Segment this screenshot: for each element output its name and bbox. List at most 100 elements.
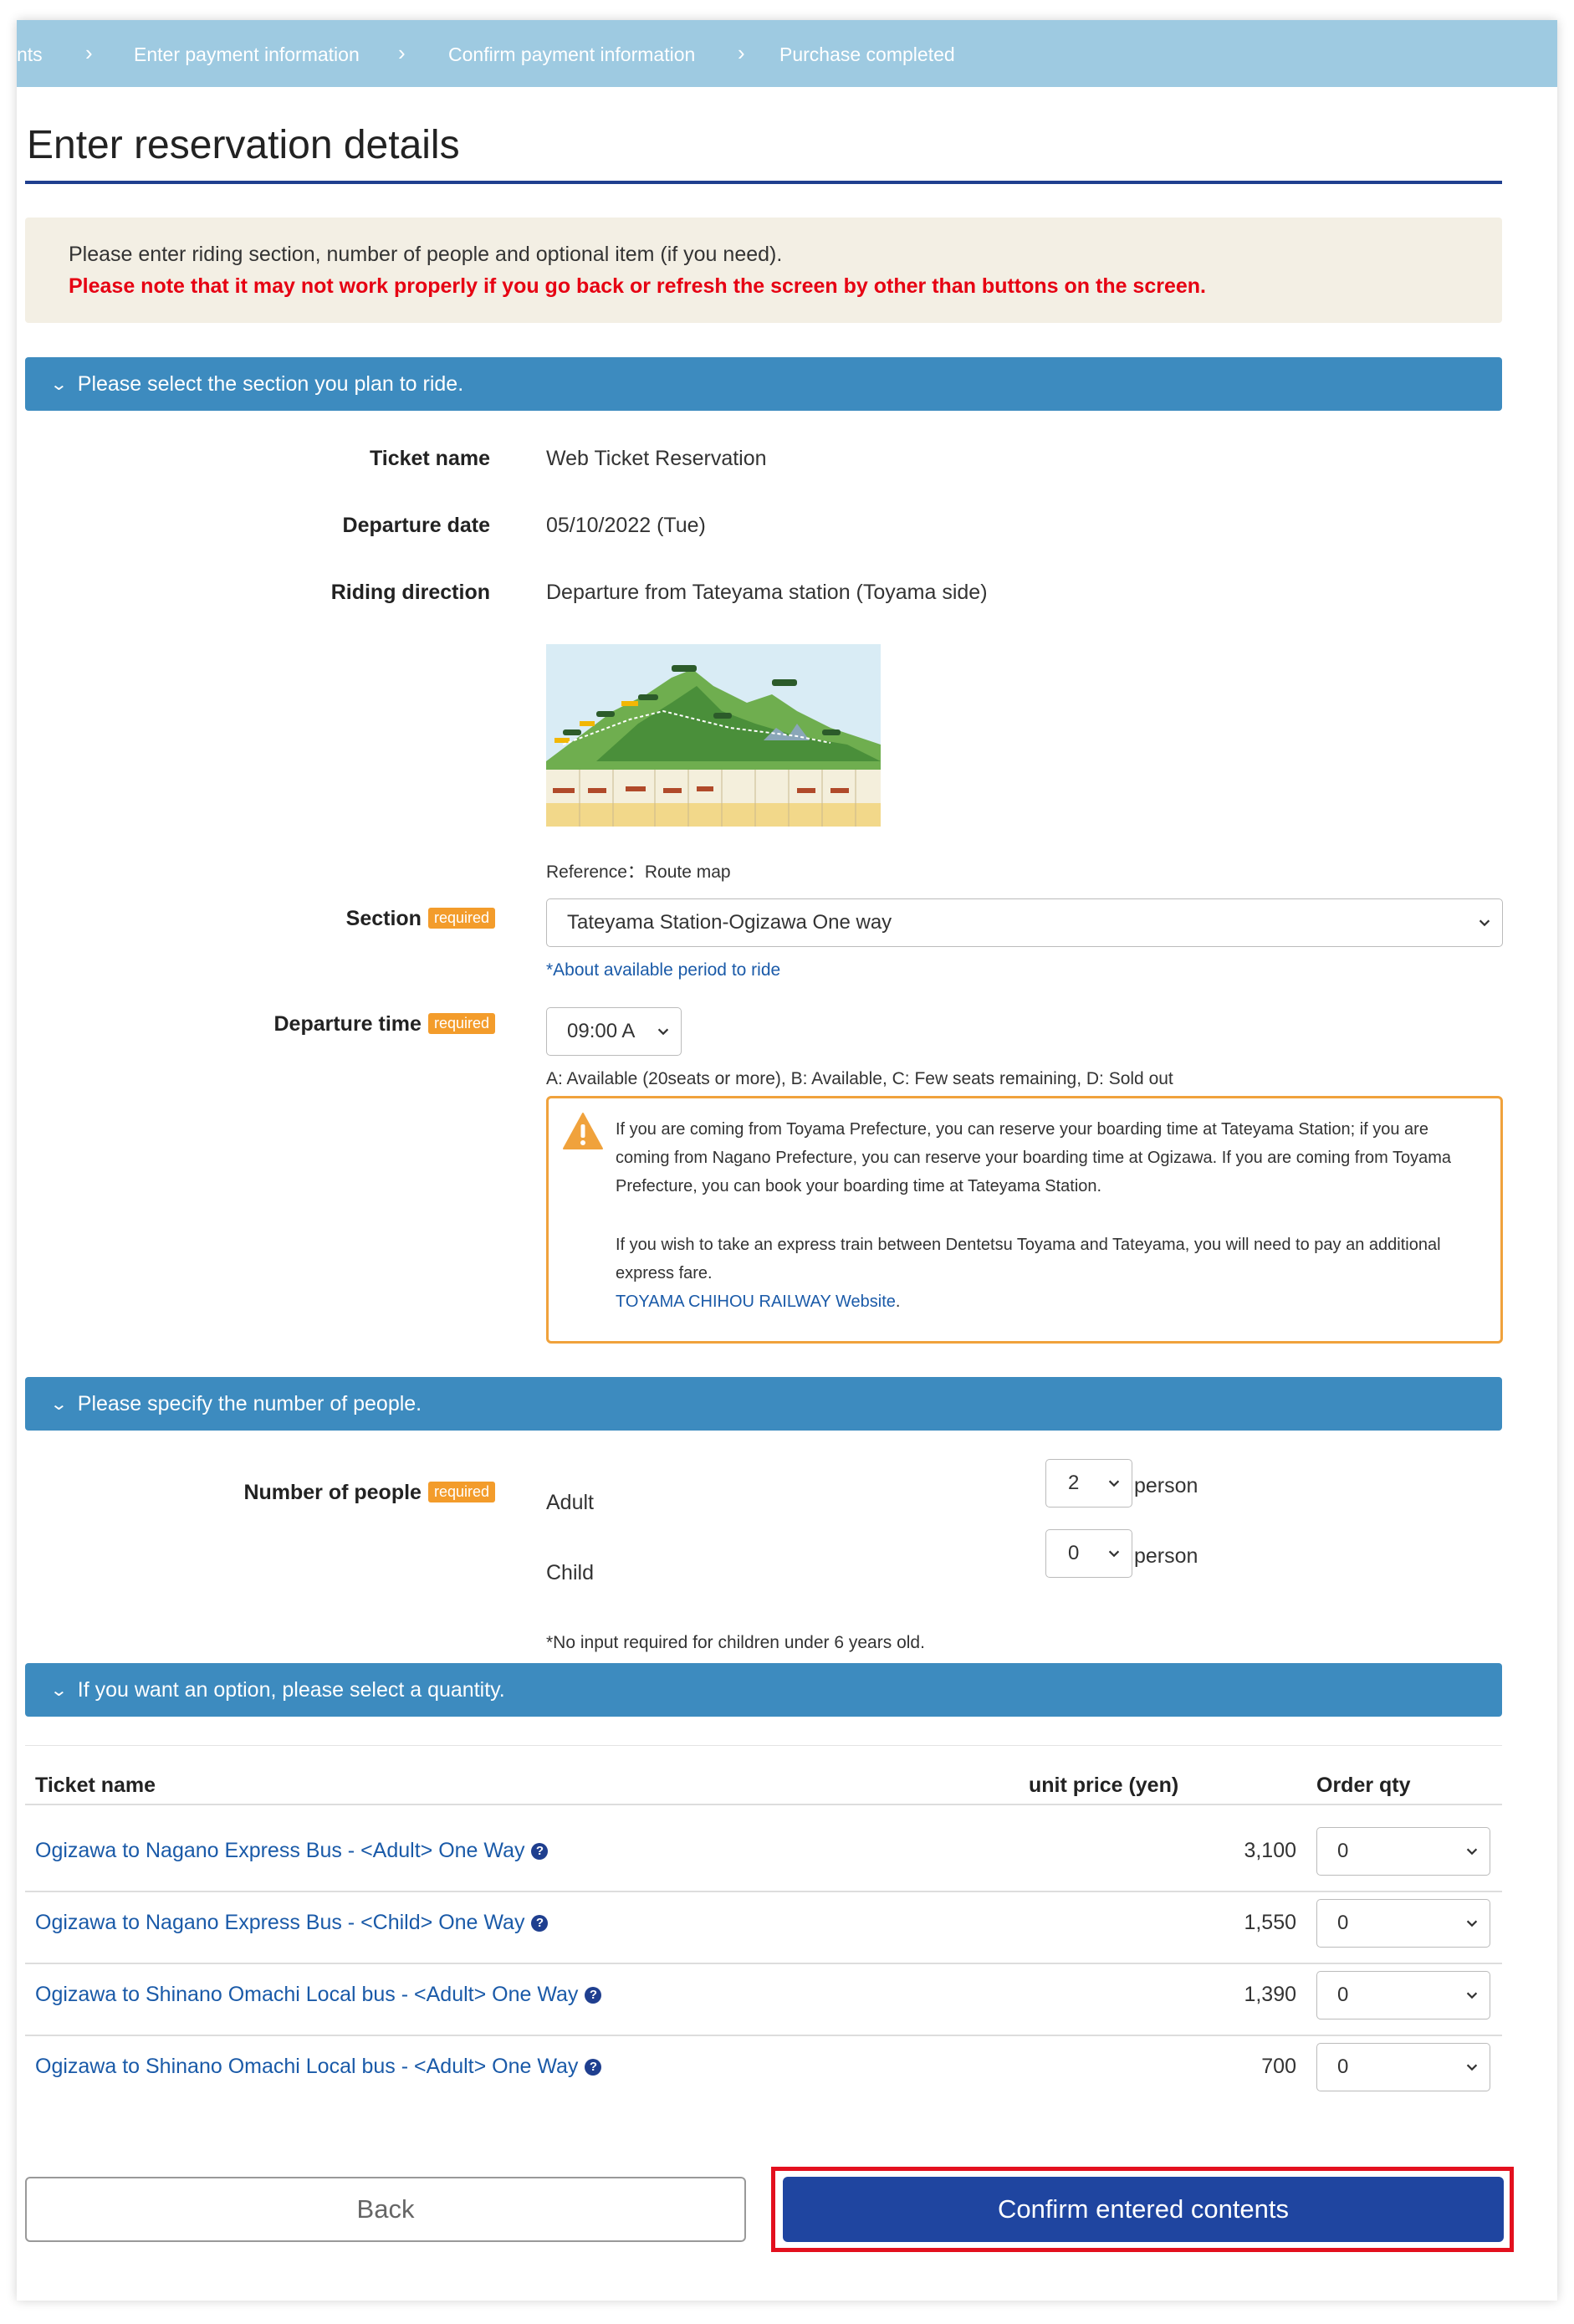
- option-qty-value: 0: [1337, 1912, 1349, 1934]
- option-unit-price: 1,550: [1244, 1911, 1296, 1934]
- breadcrumb: nts › Enter payment information › Confir…: [17, 20, 1557, 87]
- breadcrumb-item-previous[interactable]: nts: [17, 44, 43, 66]
- ticket-name-value: Web Ticket Reservation: [546, 447, 767, 470]
- instruction-notice: Please enter riding section, number of p…: [25, 218, 1502, 323]
- question-circle-icon[interactable]: ?: [531, 1915, 549, 1932]
- chevron-down-icon: ⌄: [49, 375, 69, 394]
- adult-count-value: 2: [1068, 1472, 1080, 1494]
- chevron-down-icon: [1108, 1480, 1120, 1487]
- departure-date-value: 05/10/2022 (Tue): [546, 514, 706, 537]
- riding-direction-value: Departure from Tateyama station (Toyama …: [546, 581, 988, 604]
- option-qty-select[interactable]: 0: [1316, 1827, 1490, 1876]
- question-circle-icon[interactable]: ?: [531, 1843, 549, 1860]
- notice-text: Please enter riding section, number of p…: [69, 243, 783, 266]
- departure-date-label: Departure date: [342, 514, 490, 537]
- question-circle-icon[interactable]: ?: [585, 2059, 602, 2076]
- number-of-people-label: Number of people required: [167, 1481, 495, 1505]
- option-qty-select[interactable]: 0: [1316, 1971, 1490, 2019]
- section-label: Section required: [167, 907, 495, 931]
- adult-unit: person: [1134, 1474, 1198, 1497]
- section-select[interactable]: Tateyama Station-Ogizawa One way: [546, 898, 1503, 947]
- option-row-name[interactable]: Ogizawa to Nagano Express Bus - <Child> …: [35, 1911, 549, 1935]
- required-badge: required: [427, 907, 495, 929]
- section-people-header[interactable]: ⌄ Please specify the number of people.: [25, 1377, 1502, 1431]
- option-name-text[interactable]: Ogizawa to Nagano Express Bus - <Child> …: [35, 1911, 524, 1934]
- chevron-down-icon: ⌄: [49, 1395, 69, 1414]
- departure-time-label: Departure time required: [167, 1012, 495, 1037]
- chevron-down-icon: [1466, 1920, 1478, 1927]
- option-qty-select[interactable]: 0: [1316, 2043, 1490, 2091]
- section-label-text: Section: [345, 907, 422, 930]
- chevron-down-icon: [1479, 919, 1490, 927]
- option-unit-price: 1,390: [1244, 1983, 1296, 2006]
- chevron-right-icon: ›: [738, 40, 745, 65]
- section-ride-title: Please select the section you plan to ri…: [77, 371, 464, 396]
- option-name-text[interactable]: Ogizawa to Nagano Express Bus - <Adult> …: [35, 1839, 524, 1862]
- boarding-info-text-1: If you are coming from Toyama Prefecture…: [616, 1120, 1451, 1195]
- option-row-name[interactable]: Ogizawa to Shinano Omachi Local bus - <A…: [35, 1983, 602, 2007]
- page-title: Enter reservation details: [27, 123, 460, 167]
- option-qty-select[interactable]: 0: [1316, 1899, 1490, 1948]
- option-unit-price: 700: [1261, 2055, 1296, 2078]
- child-label: Child: [546, 1561, 594, 1584]
- required-badge: required: [427, 1481, 495, 1502]
- railway-link-suffix: .: [895, 1293, 901, 1311]
- option-row-name[interactable]: Ogizawa to Nagano Express Bus - <Adult> …: [35, 1839, 549, 1863]
- column-header-ticket-name: Ticket name: [35, 1774, 156, 1797]
- breadcrumb-item-confirm-payment: Confirm payment information: [448, 44, 696, 65]
- ticket-name-label: Ticket name: [369, 447, 490, 470]
- boarding-info-text-2: If you wish to take an express train bet…: [616, 1236, 1441, 1282]
- option-name-text[interactable]: Ogizawa to Shinano Omachi Local bus - <A…: [35, 1983, 578, 2006]
- riding-direction-label: Riding direction: [330, 581, 490, 604]
- title-divider: [25, 181, 1502, 184]
- option-row-name[interactable]: Ogizawa to Shinano Omachi Local bus - <A…: [35, 2055, 602, 2079]
- child-unit: person: [1134, 1544, 1198, 1568]
- available-period-link[interactable]: *About available period to ride: [546, 960, 780, 980]
- option-unit-price: 3,100: [1244, 1839, 1296, 1862]
- chevron-right-icon: ›: [85, 40, 93, 65]
- back-button[interactable]: Back: [25, 2177, 746, 2242]
- warning-triangle-icon: [563, 1113, 603, 1149]
- section-ride-header[interactable]: ⌄ Please select the section you plan to …: [25, 357, 1502, 411]
- reservation-page: nts › Enter payment information › Confir…: [17, 20, 1557, 2301]
- section-select-value: Tateyama Station-Ogizawa One way: [567, 911, 892, 934]
- table-row-divider: [25, 2035, 1502, 2036]
- section-people-title: Please specify the number of people.: [77, 1391, 422, 1415]
- number-of-people-label-text: Number of people: [243, 1481, 422, 1504]
- child-count-value: 0: [1068, 1542, 1080, 1564]
- availability-legend: A: Available (20seats or more), B: Avail…: [546, 1069, 1173, 1088]
- table-header-divider: [25, 1804, 1502, 1805]
- option-qty-value: 0: [1337, 1984, 1349, 2006]
- route-map-caption: Reference：Route map: [546, 863, 731, 882]
- adult-label: Adult: [546, 1491, 594, 1514]
- breadcrumb-item-enter-payment: Enter payment information: [134, 44, 360, 65]
- child-count-select[interactable]: 0: [1045, 1529, 1132, 1578]
- section-options-title: If you want an option, please select a q…: [77, 1677, 505, 1702]
- chevron-down-icon: [1108, 1550, 1120, 1558]
- children-note: *No input required for children under 6 …: [546, 1633, 925, 1652]
- column-header-order-qty: Order qty: [1316, 1774, 1411, 1797]
- departure-time-label-text: Departure time: [273, 1012, 422, 1036]
- chevron-down-icon: ⌄: [49, 1681, 69, 1700]
- toyama-railway-link[interactable]: TOYAMA CHIHOU RAILWAY Website: [616, 1293, 896, 1311]
- chevron-down-icon: [1466, 1992, 1478, 1999]
- route-map-image[interactable]: [546, 644, 881, 827]
- chevron-right-icon: ›: [398, 40, 406, 65]
- boarding-info-box: If you are coming from Toyama Prefecture…: [546, 1096, 1503, 1344]
- chevron-down-icon: [657, 1028, 669, 1036]
- option-qty-value: 0: [1337, 2055, 1349, 2078]
- required-badge: required: [427, 1012, 495, 1034]
- question-circle-icon[interactable]: ?: [585, 1987, 602, 2004]
- chevron-down-icon: [1466, 2064, 1478, 2071]
- option-name-text[interactable]: Ogizawa to Shinano Omachi Local bus - <A…: [35, 2055, 578, 2078]
- section-options-header[interactable]: ⌄ If you want an option, please select a…: [25, 1663, 1502, 1717]
- railway-link-line: TOYAMA CHIHOU RAILWAY Website.: [616, 1287, 1485, 1316]
- departure-time-select[interactable]: 09:00 A: [546, 1007, 682, 1056]
- confirm-button[interactable]: Confirm entered contents: [783, 2177, 1504, 2242]
- adult-count-select[interactable]: 2: [1045, 1459, 1132, 1508]
- column-header-unit-price: unit price (yen): [1029, 1774, 1179, 1797]
- table-top-line: [25, 1745, 1502, 1746]
- breadcrumb-item-purchase-completed: Purchase completed: [779, 44, 955, 65]
- table-row-divider: [25, 1963, 1502, 1964]
- departure-time-select-value: 09:00 A: [567, 1020, 636, 1042]
